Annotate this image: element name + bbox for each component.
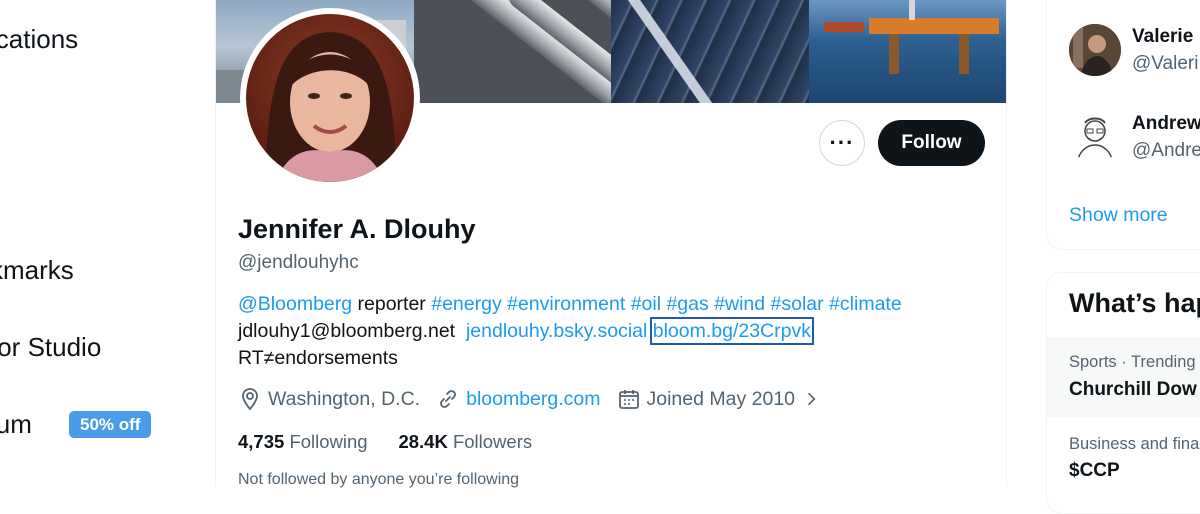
profile-joined-date: Joined May 2010 [646, 387, 796, 410]
suggested-user-avatar[interactable] [1069, 24, 1121, 76]
banner-panel-solar [611, 0, 809, 103]
banner-panel-offshore-rig [808, 0, 1006, 103]
suggested-user-name[interactable]: Valerie [1132, 26, 1193, 48]
not-followed-note: Not followed by anyone you’re following [238, 471, 520, 488]
profile-location: Washington, D.C. [268, 387, 421, 410]
trend-item-hover[interactable] [1047, 337, 1200, 417]
trend-title[interactable]: Churchill Dow [1069, 379, 1197, 401]
trend-meta: Sports · Trending [1069, 353, 1196, 371]
followers-stat[interactable]: 28.4K Followers [398, 431, 532, 452]
show-more-link[interactable]: Show more [1069, 204, 1168, 227]
profile-handle: @jendlouhyhc [238, 252, 359, 273]
trend-title[interactable]: $CCP [1069, 460, 1120, 482]
follow-button[interactable]: Follow [878, 120, 985, 166]
bio-mention-link[interactable]: @Bloomberg [238, 293, 352, 315]
premium-discount-badge: 50% off [69, 411, 152, 438]
bio-disclaimer: RT≠endorsements [238, 347, 398, 369]
link-icon [440, 390, 457, 408]
location-icon [242, 388, 258, 411]
suggested-user-handle: @Valeri [1132, 53, 1199, 74]
more-options-button[interactable]: ··· [819, 120, 865, 166]
profile-avatar[interactable] [240, 8, 420, 188]
profile-name: Jennifer A. Dlouhy [238, 214, 476, 244]
chevron-right-icon[interactable] [801, 389, 821, 409]
nav-item-notifications[interactable]: ications [0, 24, 78, 55]
following-stat[interactable]: 4,735 Following [238, 431, 368, 452]
whats-happening-title: What’s hap [1069, 288, 1200, 318]
calendar-icon [618, 390, 639, 409]
suggested-user-name[interactable]: Andrew [1132, 113, 1200, 135]
nav-item-creator-studio[interactable]: tor Studio [0, 332, 101, 363]
nav-item-bookmarks[interactable]: kmarks [0, 255, 74, 286]
bio-bloom-link[interactable]: bloom.bg/23Crpvk [649, 317, 815, 345]
trend-meta: Business and fina [1069, 435, 1200, 453]
profile-website-link[interactable]: bloomberg.com [466, 388, 600, 411]
profile-stats: 4,735 Following 28.4K Followers [238, 431, 532, 453]
profile-bio: @Bloomberg reporter #energy #environment… [238, 291, 998, 372]
bio-text: reporter [352, 293, 432, 315]
banner-panel-pipes [413, 0, 611, 103]
suggested-user-handle: @Andre [1132, 140, 1200, 161]
suggested-user-avatar[interactable] [1069, 111, 1121, 163]
bio-hashtags[interactable]: #energy #environment #oil #gas #wind #so… [431, 293, 901, 315]
nav-item-premium[interactable]: ium [0, 409, 32, 440]
bio-email: jdlouhy1@bloomberg.net [238, 320, 456, 342]
bio-bsky-link[interactable]: jendlouhy.bsky.social [466, 320, 647, 342]
profile-meta: Washington, D.C. bloomberg.com Joined Ma… [238, 387, 837, 411]
profile-column: ··· Follow Jennifer A. Dlouhy @jendlouhy… [215, 0, 1007, 488]
